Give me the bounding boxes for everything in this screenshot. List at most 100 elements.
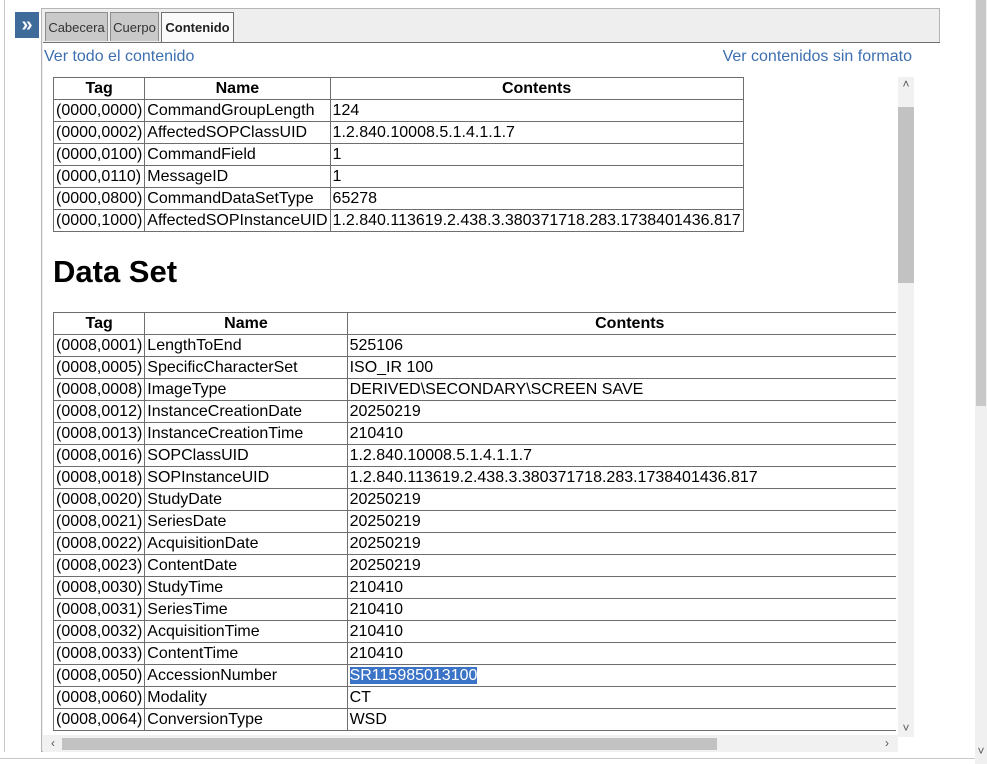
name-cell: AffectedSOPClassUID bbox=[144, 121, 331, 144]
name-cell: SOPInstanceUID bbox=[144, 466, 348, 489]
name-cell: StudyDate bbox=[144, 488, 348, 511]
tag-cell: (0008,0032) bbox=[53, 620, 146, 643]
content-scroll-area[interactable]: Tag Name Contents (0000,0000) CommandGrou… bbox=[53, 77, 896, 735]
dataset-table-header: Tag Name Contents bbox=[53, 312, 896, 335]
table-row: (0008,0032) AcquisitionTime 210410 bbox=[53, 620, 896, 643]
table-row: (0008,0064) ConversionType WSD bbox=[53, 708, 896, 731]
tag-cell: (0008,0021) bbox=[53, 510, 146, 533]
name-cell: SeriesDate bbox=[144, 510, 348, 533]
page-scroll-down-icon[interactable]: ˅ bbox=[973, 744, 987, 758]
contents-cell: DERIVED\SECONDARY\SCREEN SAVE bbox=[346, 378, 896, 401]
table-row: (0008,0016) SOPClassUID 1.2.840.10008.5.1.… bbox=[53, 444, 896, 467]
command-table: Tag Name Contents (0000,0000) CommandGrou… bbox=[53, 77, 744, 232]
table-row: (0000,0100) CommandField 1 bbox=[53, 143, 744, 166]
tab-contenido[interactable]: Contenido bbox=[161, 12, 234, 42]
contents-cell: 20250219 bbox=[346, 510, 896, 533]
table-row: (0008,0021) SeriesDate 20250219 bbox=[53, 510, 896, 533]
table-row: (0000,0800) CommandDataSetType 65278 bbox=[53, 187, 744, 210]
name-cell: CommandDataSetType bbox=[144, 187, 331, 210]
table-row: (0008,0022) AcquisitionDate 20250219 bbox=[53, 532, 896, 555]
table-row: (0000,1000) AffectedSOPInstanceUID 1.2.840… bbox=[53, 209, 744, 232]
tag-cell: (0008,0005) bbox=[53, 356, 146, 379]
left-divider bbox=[4, 0, 5, 752]
tag-cell: (0000,0000) bbox=[53, 99, 146, 122]
name-cell: SOPClassUID bbox=[144, 444, 348, 467]
bottom-divider bbox=[0, 758, 975, 759]
table-row: (0008,0033) ContentTime 210410 bbox=[53, 642, 896, 665]
tab-cuerpo[interactable]: Cuerpo bbox=[110, 12, 159, 41]
col-header-tag: Tag bbox=[53, 312, 146, 335]
message-detail-panel: Cabecera Cuerpo Contenido Ver todo el co… bbox=[41, 8, 940, 753]
table-row: (0008,0030) StudyTime 210410 bbox=[53, 576, 896, 599]
expand-panel-button[interactable]: » bbox=[15, 12, 39, 38]
scroll-up-icon[interactable]: ˄ bbox=[898, 77, 914, 91]
tag-cell: (0008,0008) bbox=[53, 378, 146, 401]
contents-cell: 210410 bbox=[346, 422, 896, 445]
name-cell: ImageType bbox=[144, 378, 348, 401]
name-cell: InstanceCreationDate bbox=[144, 400, 348, 423]
name-cell: Modality bbox=[144, 686, 348, 709]
scroll-right-icon[interactable]: › bbox=[879, 736, 895, 750]
tag-cell: (0000,0002) bbox=[53, 121, 146, 144]
double-chevron-right-icon: » bbox=[21, 14, 33, 36]
vertical-scroll-thumb[interactable] bbox=[898, 107, 914, 283]
tag-cell: (0000,0100) bbox=[53, 143, 146, 166]
tab-label: Cabecera bbox=[48, 19, 105, 35]
tab-cabecera[interactable]: Cabecera bbox=[45, 12, 108, 41]
dataset-table-body: (0008,0001) LengthToEnd 525106 (0008,0005) S… bbox=[53, 334, 896, 731]
col-header-contents: Contents bbox=[346, 312, 896, 335]
view-all-content-link[interactable]: Ver todo el contenido bbox=[44, 48, 194, 66]
contents-cell: 20250219 bbox=[346, 488, 896, 511]
name-cell: SpecificCharacterSet bbox=[144, 356, 348, 379]
contents-cell: 1 bbox=[329, 143, 744, 166]
tag-cell: (0000,0110) bbox=[53, 165, 146, 188]
name-cell: ContentTime bbox=[144, 642, 348, 665]
table-row: (0008,0050) AccessionNumber SR115985013100 bbox=[53, 664, 896, 687]
scroll-left-icon[interactable]: ‹ bbox=[45, 736, 61, 750]
inner-vertical-scrollbar[interactable]: ˄ ˅ bbox=[898, 77, 914, 737]
name-cell: SeriesTime bbox=[144, 598, 348, 621]
table-row: (0000,0000) CommandGroupLength 124 bbox=[53, 99, 744, 122]
tag-cell: (0000,0800) bbox=[53, 187, 146, 210]
table-row: (0008,0005) SpecificCharacterSet ISO_IR 10… bbox=[53, 356, 896, 379]
name-cell: AcquisitionTime bbox=[144, 620, 348, 643]
tag-cell: (0008,0012) bbox=[53, 400, 146, 423]
table-row: (0008,0001) LengthToEnd 525106 bbox=[53, 334, 896, 357]
name-cell: ConversionType bbox=[144, 708, 348, 731]
contents-cell: ISO_IR 100 bbox=[346, 356, 896, 379]
table-row: (0000,0110) MessageID 1 bbox=[53, 165, 744, 188]
contents-cell: 20250219 bbox=[346, 554, 896, 577]
name-cell: ContentDate bbox=[144, 554, 348, 577]
col-header-tag: Tag bbox=[53, 77, 146, 100]
contents-cell: 210410 bbox=[346, 642, 896, 665]
page-vertical-scrollbar[interactable]: ˅ bbox=[975, 0, 987, 764]
selected-text[interactable]: SR115985013100 bbox=[349, 666, 478, 684]
name-cell: AcquisitionDate bbox=[144, 532, 348, 555]
contents-cell: 1.2.840.113619.2.438.3.380371718.283.173… bbox=[329, 209, 744, 232]
name-cell: StudyTime bbox=[144, 576, 348, 599]
inner-horizontal-scrollbar[interactable]: ‹ › bbox=[43, 735, 898, 752]
contents-cell: CT bbox=[346, 686, 896, 709]
table-row: (0008,0020) StudyDate 20250219 bbox=[53, 488, 896, 511]
command-table-header: Tag Name Contents bbox=[53, 77, 744, 100]
contents-cell: 1.2.840.10008.5.1.4.1.1.7 bbox=[329, 121, 744, 144]
page-scroll-thumb[interactable] bbox=[976, 0, 986, 406]
tag-cell: (0008,0016) bbox=[53, 444, 146, 467]
contents-cell: 1 bbox=[329, 165, 744, 188]
view-raw-content-link[interactable]: Ver contenidos sin formato bbox=[723, 48, 912, 66]
col-header-name: Name bbox=[144, 77, 331, 100]
contents-cell: 20250219 bbox=[346, 400, 896, 423]
name-cell: AccessionNumber bbox=[144, 664, 348, 687]
tab-label: Contenido bbox=[165, 20, 230, 35]
table-row: (0008,0008) ImageType DERIVED\SECONDARY\SC… bbox=[53, 378, 896, 401]
tag-cell: (0008,0020) bbox=[53, 488, 146, 511]
horizontal-scroll-thumb[interactable] bbox=[62, 738, 717, 750]
table-row: (0008,0012) InstanceCreationDate 20250219 bbox=[53, 400, 896, 423]
tag-cell: (0008,0050) bbox=[53, 664, 146, 687]
contents-cell: 210410 bbox=[346, 576, 896, 599]
name-cell: InstanceCreationTime bbox=[144, 422, 348, 445]
name-cell: AffectedSOPInstanceUID bbox=[144, 209, 331, 232]
scroll-down-icon[interactable]: ˅ bbox=[898, 721, 914, 735]
contents-cell: 1.2.840.10008.5.1.4.1.1.7 bbox=[346, 444, 896, 467]
table-row: (0000,0002) AffectedSOPClassUID 1.2.840.10… bbox=[53, 121, 744, 144]
